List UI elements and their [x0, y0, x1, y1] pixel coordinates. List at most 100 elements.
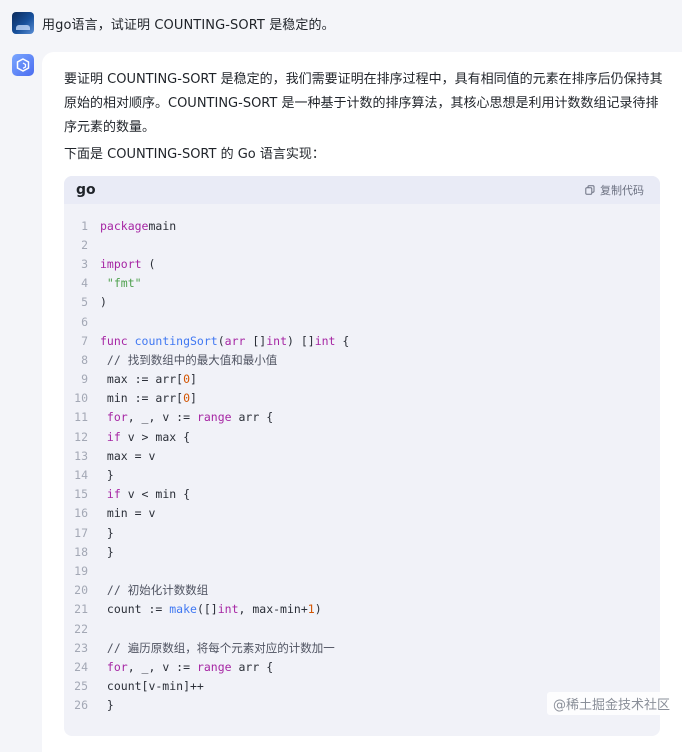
line-number: 3 — [81, 256, 88, 271]
code-text: for, _, v := range arr { — [100, 660, 273, 674]
code-token: int — [266, 333, 287, 348]
code-line: 16 min = v — [64, 504, 349, 523]
code-token: 0 — [183, 372, 191, 387]
code-line: 20 // 初始化计数数组 — [64, 581, 349, 600]
user-message-row: 用go语言，试证明 COUNTING-SORT 是稳定的。 — [12, 10, 335, 36]
user-avatar — [12, 12, 34, 34]
code-token: 0 — [183, 391, 191, 406]
code-token: ) — [100, 295, 107, 310]
code-text: ) — [100, 295, 107, 309]
code-line: 4 "fmt" — [64, 274, 349, 293]
line-number: 11 — [74, 410, 88, 425]
code-text: count[v-min]++ — [100, 679, 204, 693]
code-token: 1 — [307, 602, 315, 617]
code-line: 3 import ( — [64, 254, 349, 273]
code-text: min := arr[0] — [100, 391, 197, 405]
line-number: 18 — [74, 544, 88, 559]
copy-code-label: 复制代码 — [600, 184, 644, 197]
code-token: min = v — [100, 506, 156, 521]
code-line: 26 } — [64, 696, 349, 715]
watermark: @稀土掘金技术社区 — [546, 692, 676, 715]
code-token: arr { — [231, 659, 274, 674]
code-line: 17 } — [64, 523, 349, 542]
code-line: 2 — [64, 235, 349, 254]
code-token: arr — [224, 333, 246, 348]
code-token: } — [100, 525, 114, 540]
line-number: 2 — [81, 237, 88, 252]
code-line: 10 min := arr[0] — [64, 389, 349, 408]
code-line: 5) — [64, 293, 349, 312]
code-token: arr { — [231, 410, 274, 425]
code-token: for — [100, 659, 128, 674]
code-block-header: go 复制代码 — [64, 176, 660, 204]
code-text: import ( — [100, 257, 155, 271]
code-token: int — [217, 602, 239, 617]
assistant-avatar — [12, 54, 34, 76]
code-line: 13 max = v — [64, 446, 349, 465]
code-text: min = v — [100, 506, 155, 520]
line-number: 7 — [81, 333, 88, 348]
code-token: [] — [245, 333, 267, 348]
code-token: count := — [100, 602, 170, 617]
code-token: } — [100, 468, 114, 483]
code-line: 12 if v > max { — [64, 427, 349, 446]
code-line: 6 — [64, 312, 349, 331]
code-token: if — [100, 487, 121, 502]
code-line: 19 — [64, 561, 349, 580]
code-token: ] — [190, 372, 197, 387]
cube-logo-icon — [16, 58, 30, 72]
line-number: 25 — [74, 679, 88, 694]
code-token: // 初始化计数数组 — [100, 583, 209, 598]
line-number: 22 — [74, 621, 88, 636]
line-number: 19 — [74, 563, 88, 578]
code-text: // 找到数组中的最大值和最小值 — [100, 352, 277, 368]
line-number: 17 — [74, 525, 88, 540]
line-number: 9 — [81, 372, 88, 387]
code-text: } — [100, 545, 114, 559]
line-number: 4 — [81, 276, 88, 291]
code-text: } — [100, 468, 114, 482]
line-number: 24 — [74, 659, 88, 674]
user-message-text: 用go语言，试证明 COUNTING-SORT 是稳定的。 — [42, 17, 335, 33]
code-token: int — [314, 333, 336, 348]
code-text: func countingSort(arr []int) []int { — [100, 334, 349, 348]
code-token: , _, v := — [127, 659, 197, 674]
code-line: 25 count[v-min]++ — [64, 677, 349, 696]
line-number: 10 — [74, 391, 88, 406]
code-token: import — [100, 256, 142, 271]
line-number: 12 — [74, 429, 88, 444]
code-token: } — [100, 544, 114, 559]
code-token: } — [100, 698, 114, 713]
code-token: package — [100, 218, 149, 233]
code-block: go 复制代码 1 packagemain 2 3 import (4 "fmt" 5) 6… — [64, 176, 660, 736]
copy-icon — [585, 185, 595, 195]
code-text: "fmt" — [100, 276, 142, 290]
line-number: 6 — [81, 314, 88, 329]
code-token: , _, v := — [127, 410, 197, 425]
code-token: { — [335, 333, 350, 348]
code-token: func — [100, 333, 135, 348]
code-line: 23 // 遍历原数组，将每个元素对应的计数加一 — [64, 638, 349, 657]
code-token: // 遍历原数组，将每个元素对应的计数加一 — [100, 640, 335, 655]
code-line: 14 } — [64, 465, 349, 484]
code-line: 7 func countingSort(arr []int) []int { — [64, 331, 349, 350]
code-token: v < min { — [120, 487, 191, 502]
code-line: 22 — [64, 619, 349, 638]
line-number: 13 — [74, 448, 88, 463]
code-text: max = v — [100, 449, 155, 463]
copy-code-button[interactable]: 复制代码 — [585, 182, 644, 198]
code-token: ( — [217, 333, 225, 348]
code-token: if — [100, 429, 121, 444]
code-line: 1 packagemain — [64, 216, 349, 235]
line-number: 23 — [74, 640, 88, 655]
line-number: 26 — [74, 698, 88, 713]
code-line: 11 for, _, v := range arr { — [64, 408, 349, 427]
code-lines: 1 packagemain 2 3 import (4 "fmt" 5) 6 7 func co… — [64, 216, 349, 715]
code-text: count := make([]int, max-min+1) — [100, 602, 322, 616]
code-token: ([] — [196, 602, 218, 617]
code-text: // 遍历原数组，将每个元素对应的计数加一 — [100, 640, 335, 656]
code-token: make — [169, 602, 197, 617]
code-text: // 初始化计数数组 — [100, 582, 208, 598]
line-number: 8 — [81, 352, 88, 367]
code-token: max = v — [100, 448, 156, 463]
